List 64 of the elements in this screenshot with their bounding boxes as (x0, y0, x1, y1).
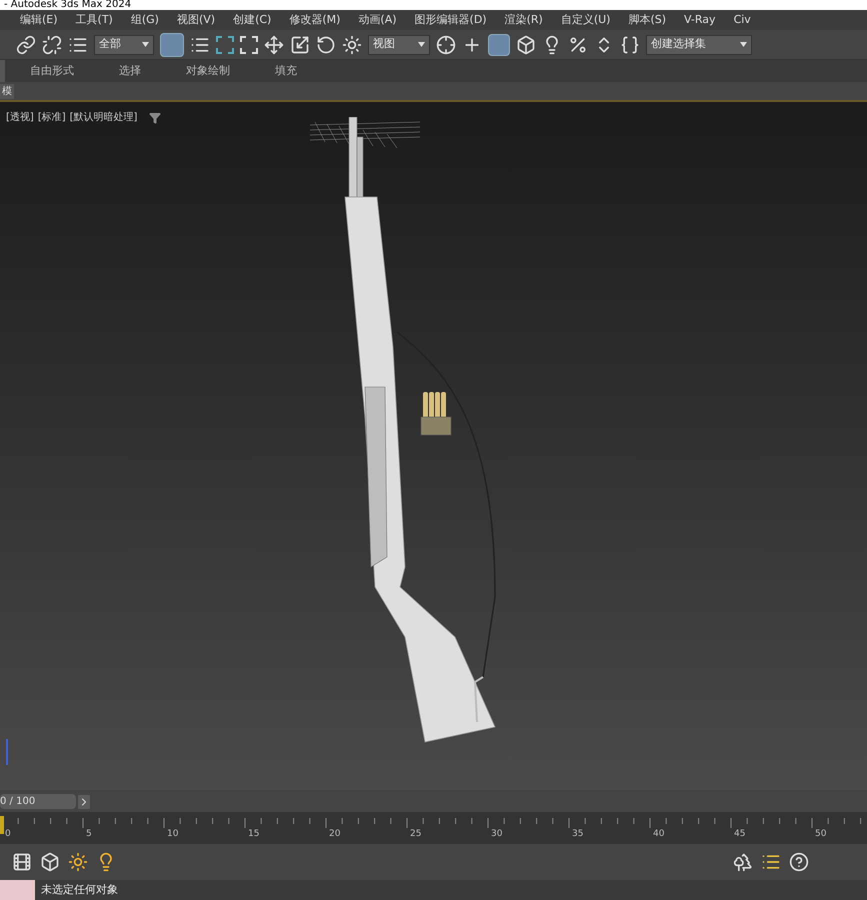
menu-item[interactable]: 组(G) (130, 12, 159, 28)
ruler-label: 15 (248, 828, 260, 841)
ruler-label: 5 (86, 828, 93, 841)
light-icon[interactable] (68, 852, 88, 872)
coordinate-dropdown[interactable]: 视图 (368, 34, 430, 54)
ruler-label: 45 (734, 828, 746, 841)
ribbon-tab[interactable]: 选择 (119, 62, 141, 80)
ruler-label: 35 (572, 828, 584, 841)
caret-icon (142, 42, 149, 47)
snap-3d-icon[interactable] (516, 34, 536, 54)
rectangle-select-icon[interactable] (216, 36, 234, 54)
menu-item[interactable]: 渲染(R) (504, 12, 543, 28)
select-object-button[interactable] (160, 32, 184, 56)
time-slider-thumb[interactable]: 0 / 100 (0, 794, 90, 809)
ruler-label: 10 (167, 828, 180, 841)
link-icon[interactable] (16, 34, 36, 54)
ruler-label: 20 (329, 828, 342, 841)
next-frame-icon[interactable] (78, 794, 90, 808)
ribbon-tab[interactable]: 填充 (275, 62, 297, 80)
unlink-icon[interactable] (42, 34, 62, 54)
ribbon-tab-edge (0, 60, 5, 82)
braces-icon[interactable] (620, 34, 640, 54)
named-selection-dropdown[interactable]: 创建选择集 (646, 34, 752, 54)
scale-icon[interactable] (290, 34, 310, 54)
filter-icon[interactable] (149, 112, 162, 124)
ribbon-tab[interactable]: 对象绘制 (186, 62, 230, 80)
trees-icon[interactable] (733, 852, 753, 872)
move-icon[interactable] (264, 34, 284, 54)
caret-icon (418, 42, 425, 47)
menu-item[interactable]: 图形编辑器(D) (414, 12, 487, 28)
time-marker[interactable] (0, 816, 4, 834)
viewport-label[interactable]: [标准] (38, 110, 66, 125)
viewport-label[interactable]: [默认明暗处理] (70, 110, 138, 125)
selection-filter-dropdown[interactable]: 全部 (94, 34, 154, 54)
menu-item[interactable]: V-Ray (684, 12, 716, 28)
box-icon[interactable] (40, 852, 60, 872)
menu-item[interactable]: Civ (734, 12, 751, 28)
ribbon-panel-tab[interactable]: 模 (0, 84, 14, 98)
menu-item[interactable]: 视图(V) (176, 12, 216, 28)
rotate-icon[interactable] (316, 34, 336, 54)
script-listener-swatch (0, 880, 35, 900)
film-icon[interactable] (12, 852, 32, 872)
menu-item[interactable]: 自定义(U) (560, 12, 610, 28)
percent-snap-icon[interactable] (568, 34, 588, 54)
menu-item[interactable]: 工具(T) (76, 12, 113, 28)
help-icon[interactable] (789, 852, 809, 872)
ruler-label: 40 (653, 828, 666, 841)
viewport-label[interactable]: [透视] (6, 110, 34, 125)
menu-item[interactable]: 脚本(S) (628, 12, 666, 28)
ruler-label: 0 (5, 828, 12, 841)
status-message: 未选定任何对象 (40, 882, 118, 898)
window-crossing-icon[interactable] (240, 36, 258, 54)
frame-counter: 0 / 100 (0, 794, 76, 809)
menu-item[interactable]: 编辑(E) (20, 12, 58, 28)
menu-item[interactable]: 创建(C) (233, 12, 272, 28)
menu-item[interactable]: 修改器(M) (289, 12, 340, 28)
caret-icon (740, 42, 747, 47)
ruler-label: 25 (410, 828, 422, 841)
menu-item[interactable]: 动画(A) (358, 12, 397, 28)
pivot-icon[interactable] (436, 34, 456, 54)
ruler-label: 30 (491, 828, 504, 841)
ruler-label: 50 (815, 828, 828, 841)
ribbon-tab[interactable]: 自由形式 (30, 62, 74, 80)
snap-toggle-button[interactable] (488, 34, 510, 56)
